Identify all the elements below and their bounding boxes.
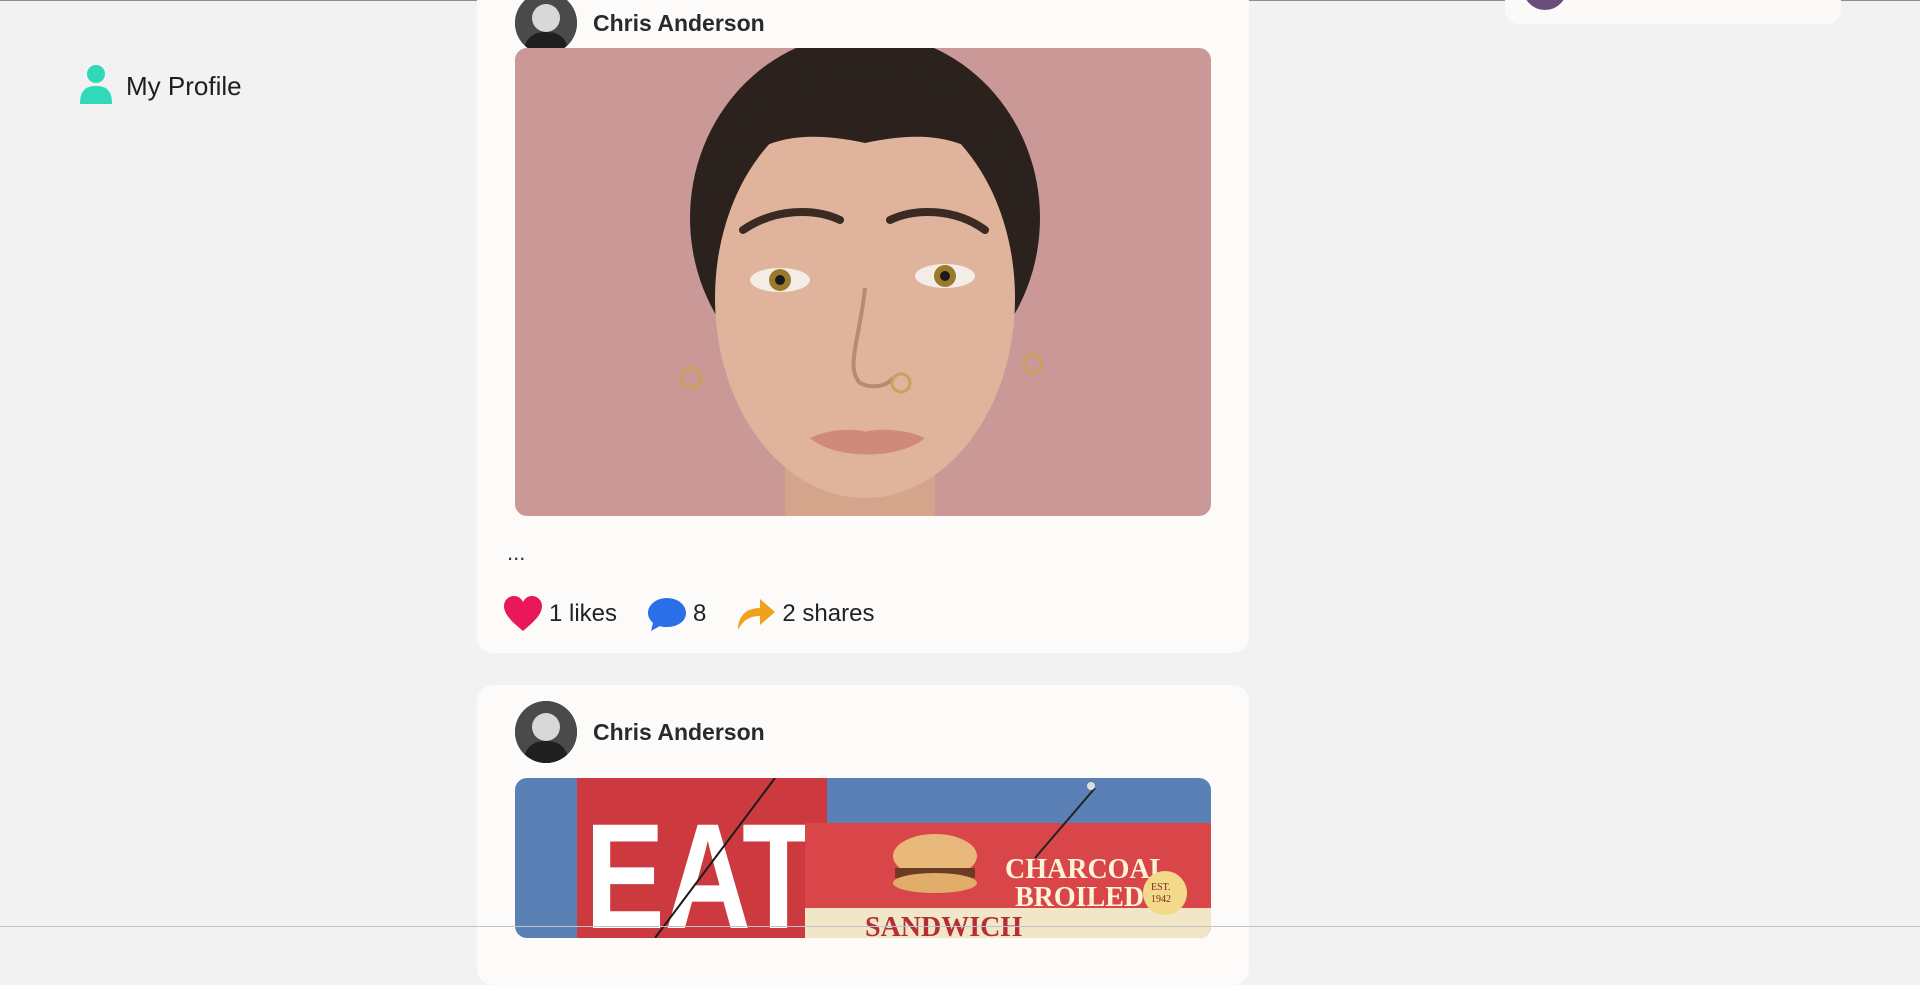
post-header[interactable]: Chris Anderson (515, 0, 765, 54)
comment-button[interactable]: 8 (647, 596, 706, 632)
avatar[interactable] (515, 701, 577, 763)
post-actions: 1 likes 8 2 shares (503, 596, 904, 632)
sign-line-1: CHARCOAL (1005, 854, 1168, 885)
post-card: Chris Anderson ... 1 likes 8 2 shares (477, 0, 1249, 653)
share-count: 2 shares (782, 600, 875, 627)
share-button[interactable]: 2 shares (736, 596, 874, 632)
sign-badge-year: 1942 (1151, 894, 1171, 905)
post-image[interactable]: EAT CHARCOAL BROILED EST. 1942 SANDWICH (515, 778, 1211, 938)
post-author-name[interactable]: Chris Anderson (593, 719, 765, 746)
eat-sign-text: EAT (585, 792, 815, 938)
comment-icon (648, 598, 687, 631)
post-text: ... (507, 540, 526, 565)
like-button[interactable]: 1 likes (503, 596, 617, 632)
share-icon (738, 599, 776, 630)
comment-count: 8 (693, 600, 707, 627)
post-author-name[interactable]: Chris Anderson (593, 10, 765, 37)
avatar (1523, 0, 1567, 10)
post-image[interactable] (515, 48, 1211, 516)
post-card: Chris Anderson EAT CHARCOAL BROILED EST.… (477, 685, 1249, 985)
sidebar-item-label: My Profile (126, 71, 242, 101)
post-header[interactable]: Chris Anderson (515, 701, 765, 763)
avatar[interactable] (515, 0, 577, 54)
sidebar-item-my-profile[interactable]: My Profile (78, 64, 242, 109)
like-count: 1 likes (549, 600, 618, 627)
sign-badge-est: EST. (1151, 882, 1171, 893)
sign-partial-text: SANDWICH (865, 912, 1022, 938)
sign-line-2: BROILED (1015, 882, 1144, 913)
heart-icon (504, 596, 542, 631)
user-icon (78, 64, 114, 109)
suggestion-card[interactable] (1505, 0, 1841, 24)
